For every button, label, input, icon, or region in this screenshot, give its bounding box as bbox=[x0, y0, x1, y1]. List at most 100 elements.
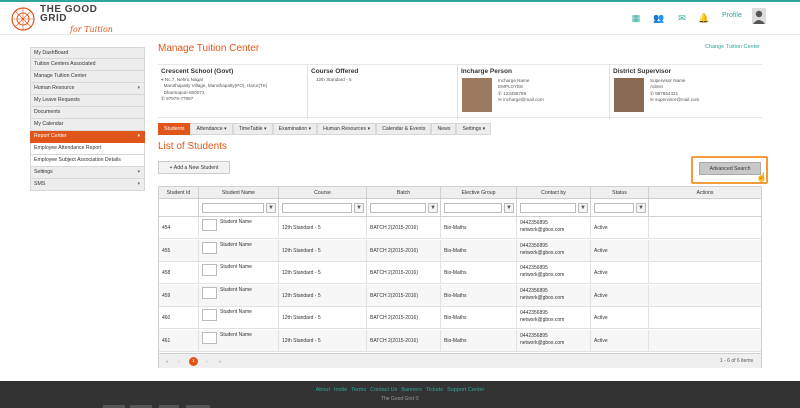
filter-cell: ▼ bbox=[441, 199, 517, 217]
column-header[interactable]: Status bbox=[591, 187, 649, 199]
cell-actions bbox=[649, 262, 761, 284]
column-header[interactable]: Contact by bbox=[517, 187, 591, 199]
column-header[interactable]: Student Id bbox=[159, 187, 199, 199]
module-tabs: Students Attendance ▾ TimeTable ▾ Examinati… bbox=[158, 123, 492, 135]
table-row[interactable]: 458 Student Name 12th Standard - 5 BATCH 2(… bbox=[159, 262, 761, 285]
grid-header: Student Id Student Name Course Batch Electiv… bbox=[159, 187, 761, 199]
sidebar-item[interactable]: Tuition Centers Associated bbox=[30, 59, 145, 71]
filter-icon[interactable]: ▼ bbox=[504, 203, 514, 213]
tab[interactable]: Settings ▾ bbox=[456, 123, 492, 135]
footer-link[interactable]: Contact Us bbox=[370, 387, 397, 393]
filter-icon[interactable]: ▼ bbox=[636, 203, 646, 213]
column-header[interactable]: Course bbox=[279, 187, 367, 199]
cell-course: 12th Standard - 5 bbox=[279, 217, 367, 239]
sidebar-item-label: Settings bbox=[34, 169, 53, 175]
add-student-button[interactable]: + Add a New Student bbox=[158, 161, 230, 174]
last-page-button[interactable]: » bbox=[216, 358, 224, 366]
filter-input[interactable] bbox=[444, 203, 502, 213]
advanced-search-button[interactable]: Advanced Search bbox=[699, 162, 761, 175]
table-row[interactable]: 454 Student Name 12th Standard - 5 BATCH 2(… bbox=[159, 217, 761, 239]
tab[interactable]: Students bbox=[158, 123, 191, 135]
cell-id: 458 bbox=[159, 262, 199, 285]
tab[interactable]: Attendance ▾ bbox=[190, 123, 233, 135]
sidebar-item[interactable]: My DashBoard bbox=[30, 47, 145, 59]
table-row[interactable]: 461 Student Name 12th Standard - 5 BATCH 2(… bbox=[159, 330, 761, 352]
next-page-button[interactable]: › bbox=[203, 358, 211, 366]
sidebar-item[interactable]: Manage Tuition Center bbox=[30, 71, 145, 83]
user-avatar-icon[interactable] bbox=[752, 8, 766, 24]
table-row[interactable]: 460 Student Name 12th Standard - 5 BATCH 2(… bbox=[159, 307, 761, 330]
cell-batch: BATCH 2(2015-2016) bbox=[367, 239, 441, 262]
cell-batch: BATCH 2(2015-2016) bbox=[367, 330, 441, 352]
filter-cell: ▼ bbox=[199, 199, 279, 217]
cell-actions bbox=[649, 330, 761, 352]
column-header[interactable]: Batch bbox=[367, 187, 441, 199]
column-header[interactable]: Elective Group bbox=[441, 187, 517, 199]
filter-input[interactable] bbox=[594, 203, 634, 213]
sidebar-item[interactable]: Report Center ▾ bbox=[30, 131, 145, 143]
hand-cursor-icon: ☝ bbox=[756, 172, 768, 182]
cell-course: 12th Standard - 5 bbox=[279, 262, 367, 285]
filter-input[interactable] bbox=[202, 203, 264, 213]
filter-input[interactable] bbox=[520, 203, 576, 213]
footer-link[interactable]: About bbox=[316, 387, 330, 393]
chevron-down-icon: ▾ bbox=[222, 126, 227, 132]
logo-tagline: for Tuition bbox=[70, 25, 113, 34]
change-tuition-center-link[interactable]: Change Tuition Center bbox=[705, 44, 760, 50]
mail-icon[interactable]: ✉ bbox=[676, 12, 688, 24]
cell-name: Student Name bbox=[199, 262, 279, 285]
filter-icon[interactable]: ▼ bbox=[354, 203, 364, 213]
filter-icon[interactable]: ▼ bbox=[578, 203, 588, 213]
filter-input[interactable] bbox=[282, 203, 352, 213]
filter-cell bbox=[159, 199, 199, 217]
current-page[interactable]: 1 bbox=[189, 357, 198, 366]
footer-link[interactable]: Invite bbox=[334, 387, 347, 393]
tab[interactable]: Calendar & Events bbox=[376, 123, 432, 135]
cell-name: Student Name bbox=[199, 330, 279, 352]
sidebar-item[interactable]: My Leave Requests bbox=[30, 95, 145, 107]
table-row[interactable]: 455 Student Name 12th Standard - 5 BATCH 2(… bbox=[159, 239, 761, 262]
cell-actions bbox=[649, 285, 761, 307]
footer-link[interactable]: Terms bbox=[351, 387, 366, 393]
sidebar-item[interactable]: Human Resource ▾ bbox=[30, 83, 145, 95]
sidebar-item[interactable]: My Calendar bbox=[30, 119, 145, 131]
logo[interactable]: THE GOOD GRID for Tuition bbox=[10, 3, 120, 37]
column-header[interactable]: Actions bbox=[649, 187, 761, 199]
cell-course: 12th Standard - 5 bbox=[279, 330, 367, 352]
filter-icon[interactable]: ▼ bbox=[266, 203, 276, 213]
column-header[interactable]: Student Name bbox=[199, 187, 279, 199]
filter-icon[interactable]: ▼ bbox=[428, 203, 438, 213]
tab[interactable]: Human Resources ▾ bbox=[317, 123, 377, 135]
supervisor-photo bbox=[614, 78, 644, 112]
bell-icon[interactable]: 🔔 bbox=[698, 12, 710, 24]
cell-group: Bio-Maths bbox=[441, 262, 517, 285]
tab[interactable]: Examination ▾ bbox=[272, 123, 318, 135]
prev-page-button[interactable]: ‹ bbox=[175, 358, 183, 366]
filter-input[interactable] bbox=[370, 203, 426, 213]
tab[interactable]: TimeTable ▾ bbox=[232, 123, 273, 135]
users-icon[interactable]: 👥 bbox=[653, 12, 665, 24]
footer-link[interactable]: Support Center bbox=[447, 387, 484, 393]
table-row[interactable]: 459 Student Name 12th Standard - 5 BATCH 2(… bbox=[159, 284, 761, 307]
cell-batch: BATCH 2(2015-2016) bbox=[367, 307, 441, 330]
cell-contact: 0442356895 network@gbox.com bbox=[517, 284, 591, 307]
first-page-button[interactable]: « bbox=[163, 358, 171, 366]
grid-pager: « ‹ 1 › » 1 - 6 of 6 items bbox=[159, 353, 761, 368]
sidebar-item[interactable]: SMS ▾ bbox=[30, 179, 145, 191]
logo-emblem-icon bbox=[11, 7, 35, 31]
school-info: Crescent School (Govt) ⌖ Nc.7, Nehru Nag… bbox=[158, 65, 308, 119]
filter-cell: ▼ bbox=[591, 199, 649, 217]
sidebar-item[interactable]: Employee Attendance Report bbox=[30, 143, 145, 155]
grid-icon[interactable]: ▦ bbox=[630, 12, 642, 24]
footer-link[interactable]: Tickets bbox=[426, 387, 443, 393]
tab[interactable]: News bbox=[431, 123, 457, 135]
sidebar-item[interactable]: Employee Subject Association Details bbox=[30, 155, 145, 167]
course-info: Course Offered 12th Standard - 5 bbox=[308, 65, 458, 119]
sidebar-item[interactable]: Documents bbox=[30, 107, 145, 119]
sidebar-item-label: My Calendar bbox=[34, 121, 64, 127]
profile-link[interactable]: Profile bbox=[722, 12, 742, 19]
sidebar-item[interactable]: Settings ▾ bbox=[30, 167, 145, 179]
incharge-heading: Incharge Person bbox=[461, 68, 512, 75]
school-address: ⌖ Nc.7, Nehru Nagar Maruthapatty Village… bbox=[161, 77, 268, 101]
footer-link[interactable]: Banners bbox=[401, 387, 422, 393]
